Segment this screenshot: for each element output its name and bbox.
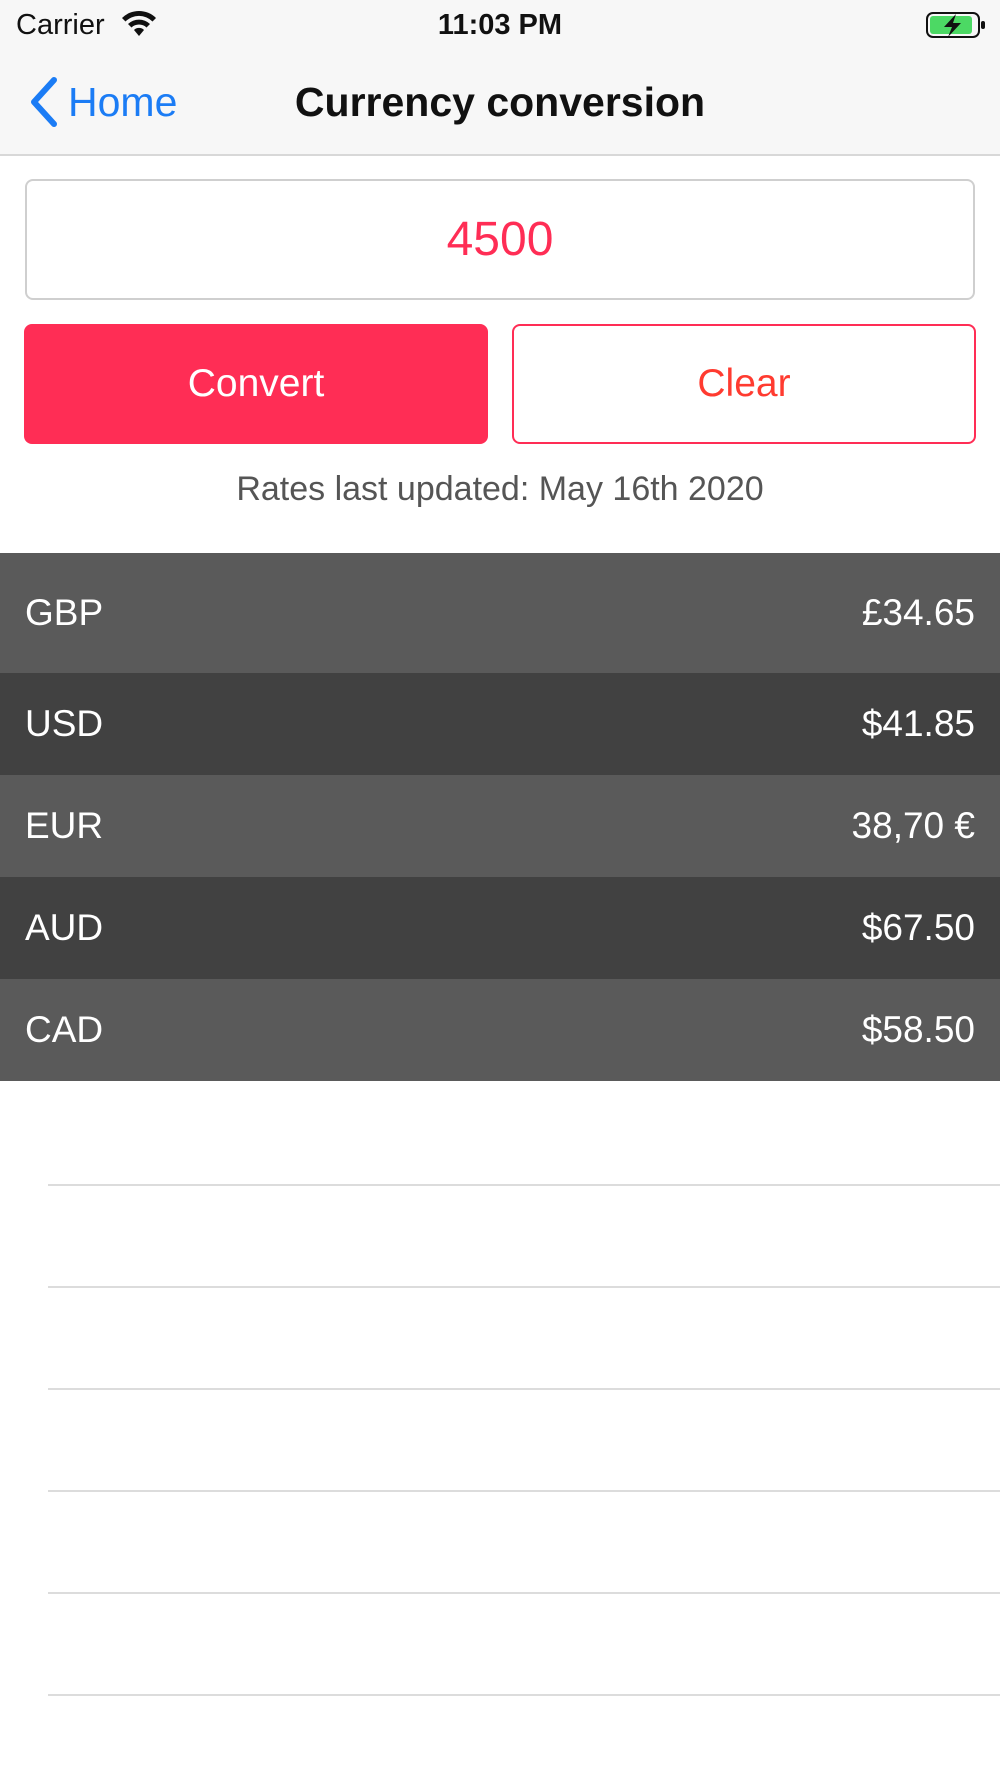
currency-code: GBP <box>25 592 104 633</box>
empty-row-separator <box>48 1184 1000 1186</box>
converted-value: $58.50 <box>861 1009 975 1050</box>
page-title: Currency conversion <box>294 79 706 125</box>
navigation-bar: Home Currency conversion <box>0 50 1000 156</box>
clear-button[interactable]: Clear <box>512 324 976 444</box>
rates-updated-label: Rates last updated: May 16th 2020 <box>236 470 764 508</box>
empty-row-separator <box>48 1490 1000 1492</box>
battery-charging-icon <box>926 10 988 40</box>
empty-row-separator <box>48 1286 1000 1288</box>
currency-code: EUR <box>25 805 104 846</box>
currency-code: AUD <box>25 907 104 948</box>
clock: 11:03 PM <box>437 9 563 41</box>
empty-row-separator <box>48 1388 1000 1390</box>
rate-row-eur[interactable]: EUR 38,70 € <box>0 775 1000 877</box>
converted-value: 38,70 € <box>851 805 975 846</box>
rate-row-cad[interactable]: CAD $58.50 <box>0 979 1000 1081</box>
empty-row-separator <box>48 1592 1000 1594</box>
convert-button[interactable]: Convert <box>24 324 488 444</box>
empty-row-separator <box>48 1694 1000 1696</box>
converted-value: £34.65 <box>861 592 975 633</box>
rate-row-usd[interactable]: USD $41.85 <box>0 673 1000 775</box>
rate-row-aud[interactable]: AUD $67.50 <box>0 877 1000 979</box>
converted-value: $41.85 <box>861 703 975 744</box>
amount-input[interactable]: 4500 <box>25 179 975 300</box>
currency-code: USD <box>25 703 104 744</box>
rates-list: GBP £34.65 USD $41.85 EUR 38,70 € AUD $6… <box>0 553 1000 1081</box>
converted-value: $67.50 <box>861 907 975 948</box>
rate-row-gbp[interactable]: GBP £34.65 <box>0 553 1000 673</box>
currency-code: CAD <box>25 1009 104 1050</box>
status-bar: Carrier 11:03 PM <box>0 0 1000 50</box>
